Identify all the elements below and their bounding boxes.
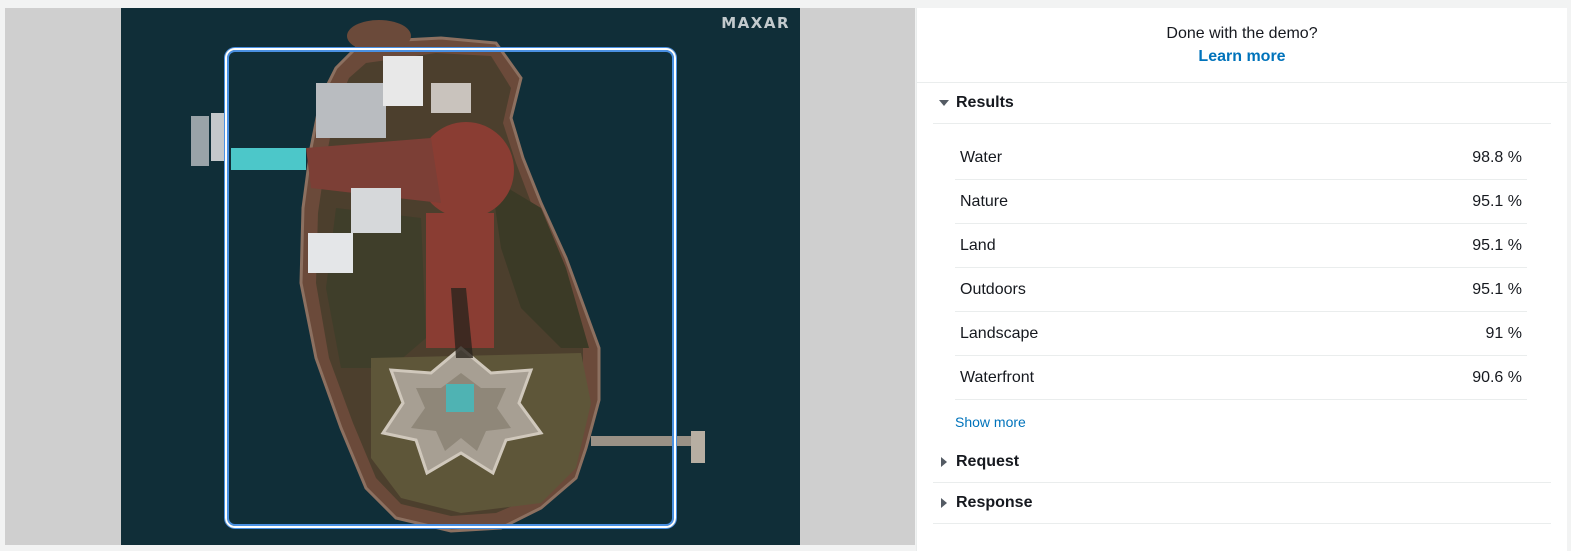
maxar-watermark: MAXAR bbox=[721, 14, 790, 32]
caret-right-icon bbox=[933, 457, 955, 467]
request-toggle[interactable]: Request bbox=[933, 442, 1551, 483]
result-value: 98.8 % bbox=[1472, 148, 1522, 166]
satellite-image: MAXAR bbox=[121, 8, 800, 545]
result-value: 95.1 % bbox=[1472, 236, 1522, 254]
caret-down-icon bbox=[933, 100, 955, 106]
results-section: Results Water 98.8 % Nature 95.1 % Land … bbox=[933, 83, 1551, 442]
request-title: Request bbox=[956, 453, 1020, 470]
detection-bounding-box bbox=[225, 48, 676, 528]
response-title: Response bbox=[956, 494, 1033, 511]
result-label: Nature bbox=[960, 192, 1009, 210]
result-value: 95.1 % bbox=[1472, 280, 1522, 298]
results-panel: Done with the demo? Learn more Results W… bbox=[916, 8, 1567, 551]
results-title: Results bbox=[956, 94, 1014, 111]
response-toggle[interactable]: Response bbox=[933, 483, 1551, 524]
learn-more-link[interactable]: Learn more bbox=[1198, 48, 1285, 66]
result-row-nature: Nature 95.1 % bbox=[955, 180, 1527, 224]
result-value: 91 % bbox=[1485, 324, 1522, 342]
demo-title: Done with the demo? bbox=[1166, 25, 1318, 42]
result-value: 90.6 % bbox=[1472, 368, 1522, 386]
image-panel: MAXAR bbox=[5, 8, 915, 545]
result-row-waterfront: Waterfront 90.6 % bbox=[955, 356, 1527, 400]
result-label: Land bbox=[960, 236, 996, 254]
result-row-land: Land 95.1 % bbox=[955, 224, 1527, 268]
results-toggle[interactable]: Results bbox=[933, 83, 1551, 124]
caret-right-icon bbox=[933, 498, 955, 508]
response-section: Response bbox=[933, 483, 1551, 524]
result-row-outdoors: Outdoors 95.1 % bbox=[955, 268, 1527, 312]
result-label: Landscape bbox=[960, 324, 1039, 342]
show-more-link[interactable]: Show more bbox=[955, 414, 1026, 430]
request-section: Request bbox=[933, 442, 1551, 483]
app-root: MAXAR Done with the demo? Learn more Res… bbox=[0, 0, 1571, 551]
result-row-landscape: Landscape 91 % bbox=[955, 312, 1527, 356]
result-label: Water bbox=[960, 148, 1003, 166]
demo-callout: Done with the demo? Learn more bbox=[917, 8, 1567, 83]
result-row-water: Water 98.8 % bbox=[955, 136, 1527, 180]
result-label: Outdoors bbox=[960, 280, 1026, 298]
result-label: Waterfront bbox=[960, 368, 1035, 386]
result-value: 95.1 % bbox=[1472, 192, 1522, 210]
results-list: Water 98.8 % Nature 95.1 % Land 95.1 % O… bbox=[933, 124, 1551, 400]
top-strip bbox=[0, 0, 1571, 8]
